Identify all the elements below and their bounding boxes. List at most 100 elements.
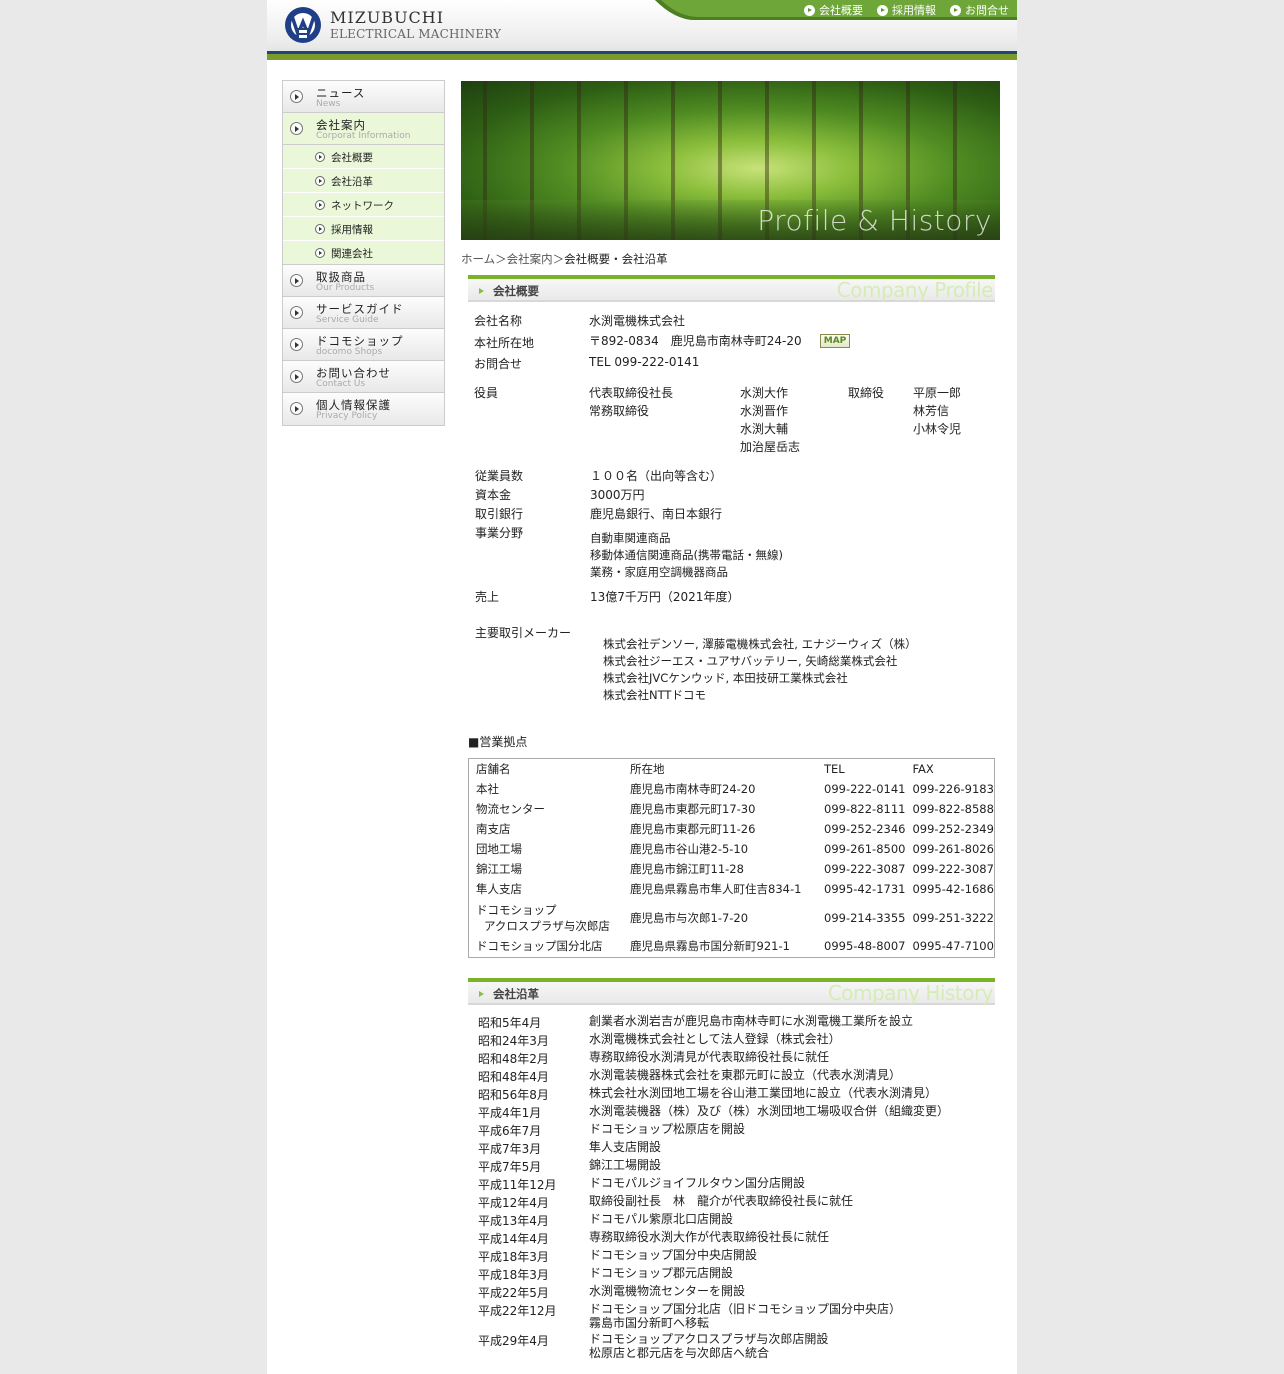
sidebar-item-contact[interactable]: お問い合わせ Contact Us <box>283 361 444 393</box>
breadcrumb-parent-link[interactable]: 会社案内 <box>507 252 553 266</box>
sidebar-sub-recruit[interactable]: 採用情報 <box>283 217 444 241</box>
arrow-circle-icon <box>290 274 303 287</box>
history-event: ドコモショップアクロスプラザ与次郎店開設 松原店と郡元店を与次郎店へ統合 <box>589 1332 828 1360</box>
column-header: 所在地 <box>630 762 665 776</box>
map-button[interactable]: MAP <box>820 334 850 348</box>
maker-line: 株式会社JVCケンウッド, 本田技研工業株式会社 <box>603 671 848 685</box>
business-field: 移動体通信関連商品(携帯電話・無線) <box>590 548 783 562</box>
history-date: 平成18年3月 <box>478 1268 549 1282</box>
sidebar-sub-profile[interactable]: 会社概要 <box>283 145 444 169</box>
arrow-circle-icon <box>290 370 303 383</box>
sidebar-sub-label: ネットワーク <box>331 200 394 212</box>
sidebar-menu: ニュース News 会社案内 Corporat Information 会社概要… <box>282 80 445 426</box>
history-event: 専務取締役水渕清見が代表取締役社長に就任 <box>589 1050 830 1064</box>
arrow-circle-icon <box>290 122 303 135</box>
director-label: 取締役 <box>848 386 885 400</box>
arrow-circle-icon <box>315 224 325 234</box>
address-value: 〒892-0834 鹿児島市南林寺町24-20 <box>589 334 802 348</box>
history-date: 平成6年7月 <box>478 1124 542 1138</box>
cell-fax: 099-251-3222 <box>912 910 994 925</box>
sidebar-sub-label: 会社概要 <box>331 152 373 164</box>
page: MIZUBUCHI ELECTRICAL MACHINERY 会社概要 採用情報… <box>267 0 1017 1374</box>
cell-tel: 099-252-2346 <box>824 822 906 836</box>
logo-subtitle: ELECTRICAL MACHINERY <box>330 27 502 41</box>
company-name-value: 水渕電機株式会社 <box>589 314 686 328</box>
sidebar-sub-network[interactable]: ネットワーク <box>283 193 444 217</box>
cell-fax: 0995-47-7100 <box>912 939 994 953</box>
sidebar-item-products[interactable]: 取扱商品 Our Products <box>283 265 444 297</box>
officer-name: 水渕晋作 <box>740 404 789 418</box>
history-event: ドコモパル紫原北口店開設 <box>589 1212 734 1226</box>
arrow-circle-icon <box>315 200 325 210</box>
cell-shop: 錦江工場 <box>476 862 522 876</box>
company-name-label: 会社名称 <box>474 314 523 328</box>
director-name: 平原一郎 <box>913 386 962 400</box>
history-event: 水渕電装機器株式会社を東郡元町に設立（代表水渕清見） <box>589 1068 902 1082</box>
sidebar-sub-label: 会社沿革 <box>331 176 373 188</box>
cell-shop: ドコモショップ アクロスプラザ与次郎店 <box>469 899 623 936</box>
history-event: ドコモショップ国分中央店開設 <box>589 1248 758 1262</box>
cell-fax: 099-226-9183 <box>912 782 994 796</box>
cell-tel: 099-222-0141 <box>824 782 906 796</box>
sidebar-sub-label: 関連会社 <box>331 248 373 260</box>
breadcrumb-separator: ＞ <box>495 252 507 266</box>
history-section-header: 会社沿革 Company History <box>468 978 995 1005</box>
sidebar-sub-history[interactable]: 会社沿革 <box>283 169 444 193</box>
sidebar-item-company-info[interactable]: 会社案内 Corporat Information <box>283 113 444 145</box>
cell-shop: 団地工場 <box>476 842 522 856</box>
cell-fax: 099-261-8026 <box>912 842 994 856</box>
cell-tel: 0995-48-8007 <box>824 939 906 953</box>
table-row: ドコモショップ アクロスプラザ与次郎店 鹿児島市与次郎1-7-20 099-214-3… <box>469 899 994 936</box>
history-date: 昭和5年4月 <box>478 1016 542 1030</box>
sidebar-item-docomo-shops[interactable]: ドコモショップ docomo Shops <box>283 329 444 361</box>
history-event: ドコモショップ国分北店（旧ドコモショップ国分中央店） 霧島市国分新町へ移転 <box>589 1302 901 1330</box>
history-event: ドコモショップ郡元店開設 <box>589 1266 734 1280</box>
sidebar-sub-label: 採用情報 <box>331 224 373 236</box>
business-field: 自動車関連商品 <box>590 531 671 545</box>
cell-shop: 本社 <box>476 782 499 796</box>
history-date: 平成13年4月 <box>478 1214 549 1228</box>
top-navigation: 会社概要 採用情報 お問合せ <box>655 0 1017 20</box>
shop-name-line: ドコモショップ <box>476 902 557 917</box>
table-row: 物流センター 鹿児島市東郡元町17-30 099-822-8111 099-822-8… <box>469 799 994 819</box>
capital-value: 3000万円 <box>590 488 645 502</box>
history-event: 水渕電機物流センターを開設 <box>589 1284 746 1298</box>
history-event-line: 松原店と郡元店を与次郎店へ統合 <box>589 1346 770 1360</box>
history-date: 昭和48年4月 <box>478 1070 549 1084</box>
sidebar-item-privacy[interactable]: 個人情報保護 Privacy Policy <box>283 393 444 425</box>
top-nav-profile-link[interactable]: 会社概要 <box>804 0 863 20</box>
cell-address: 鹿児島市東郡元町17-30 <box>630 802 756 816</box>
shop-name-line: アクロスプラザ与次郎店 <box>484 918 610 933</box>
top-nav-recruit-link[interactable]: 採用情報 <box>877 0 936 20</box>
sidebar-item-sublabel: Contact Us <box>316 379 366 389</box>
bank-label: 取引銀行 <box>475 507 524 521</box>
sidebar-item-news[interactable]: ニュース News <box>283 81 444 113</box>
history-event-line: ドコモショップ国分北店（旧ドコモショップ国分中央店） <box>589 1302 902 1316</box>
section-title: 会社概要 <box>493 284 539 298</box>
employees-label: 従業員数 <box>475 469 524 483</box>
business-field: 業務・家庭用空調機器商品 <box>590 565 728 579</box>
arrow-circle-icon <box>290 90 303 103</box>
company-logo[interactable] <box>283 6 323 44</box>
sidebar-item-service-guide[interactable]: サービスガイド Service Guide <box>283 297 444 329</box>
cell-shop: 南支店 <box>476 822 511 836</box>
cell-shop: 物流センター <box>476 802 545 816</box>
cell-fax: 099-222-3087 <box>912 862 994 876</box>
history-event: ドコモショップ松原店を開設 <box>589 1122 746 1136</box>
history-event: 株式会社水渕団地工場を谷山港工業団地に設立（代表水渕清見） <box>589 1086 938 1100</box>
bullet-icon <box>479 991 485 997</box>
hero-caption: Profile & History <box>757 204 992 237</box>
history-date: 平成11年12月 <box>478 1178 557 1192</box>
top-nav-contact-link[interactable]: お問合せ <box>950 0 1009 20</box>
sidebar-sub-affiliates[interactable]: 関連会社 <box>283 241 444 265</box>
employees-value: １００名（出向等含む） <box>590 469 723 483</box>
sales-value: 13億7千万円（2021年度） <box>590 590 740 604</box>
table-row: 隼人支店 鹿児島県霧島市隼人町住吉834-1 0995-42-1731 0995-42… <box>469 879 994 899</box>
officer-name: 水渕大作 <box>740 386 789 400</box>
capital-label: 資本金 <box>475 488 512 502</box>
history-date: 平成22年5月 <box>478 1286 549 1300</box>
cell-address: 鹿児島市錦江町11-28 <box>630 862 744 876</box>
breadcrumb-home-link[interactable]: ホーム <box>461 252 495 266</box>
column-header: 店舗名 <box>476 762 511 776</box>
cell-fax: 099-822-8588 <box>912 802 994 816</box>
